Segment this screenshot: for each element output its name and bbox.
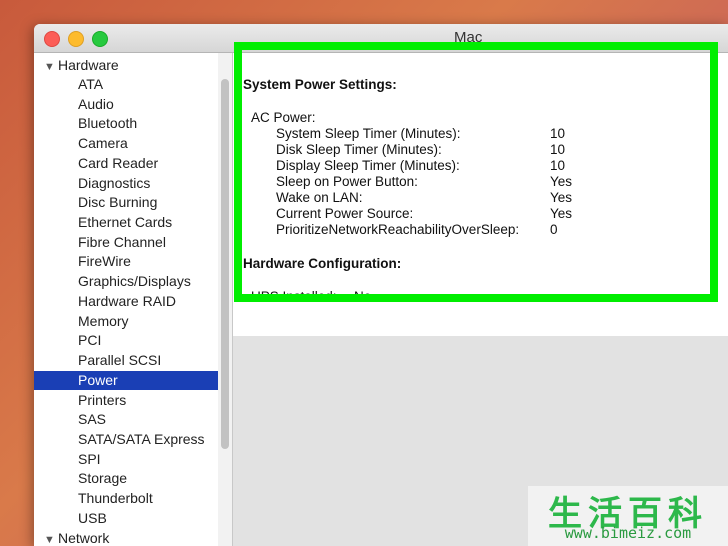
sidebar-scrollbar[interactable] (218, 53, 233, 546)
watermark-url: www.bimeiz.com (564, 524, 692, 542)
sidebar-item-thunderbolt[interactable]: Thunderbolt (34, 489, 218, 509)
sidebar-item-printers[interactable]: Printers (34, 391, 218, 411)
sidebar-item-diagnostics[interactable]: Diagnostics (34, 174, 218, 194)
setting-value: Yes (550, 190, 573, 205)
minimize-button[interactable] (68, 31, 84, 47)
sidebar-item-memory[interactable]: Memory (34, 312, 218, 332)
setting-value: 10 (550, 126, 566, 141)
sidebar-group-network[interactable]: ▼ Network (44, 528, 109, 546)
title-bar: Mac (34, 24, 728, 53)
sidebar-item-sata-sata-express[interactable]: SATA/SATA Express (34, 430, 218, 450)
sidebar-item-ata[interactable]: ATA (34, 75, 218, 95)
sidebar-item-sas[interactable]: SAS (34, 410, 218, 430)
sidebar-item-spi[interactable]: SPI (34, 450, 218, 470)
sidebar-item-storage[interactable]: Storage (34, 469, 218, 489)
sidebar-item-graphics-displays[interactable]: Graphics/Displays (34, 272, 218, 292)
sidebar-item-fibre-channel[interactable]: Fibre Channel (34, 233, 218, 253)
setting-key: Display Sleep Timer (Minutes): (276, 158, 460, 173)
setting-key: PrioritizeNetworkReachabilityOverSleep: (276, 222, 520, 237)
sidebar-item-disc-burning[interactable]: Disc Burning (34, 193, 218, 213)
detail-area: System Power Settings: AC Power: System … (233, 53, 728, 546)
sidebar-item-audio[interactable]: Audio (34, 95, 218, 115)
setting-value: Yes (550, 174, 573, 189)
scrollbar-thumb[interactable] (221, 79, 229, 449)
watermark: 生活百科 www.bimeiz.com (528, 486, 728, 546)
setting-key: Wake on LAN: (276, 190, 363, 205)
close-button[interactable] (44, 31, 60, 47)
disclosure-triangle-icon[interactable]: ▼ (44, 530, 58, 546)
sidebar-item-firewire[interactable]: FireWire (34, 252, 218, 272)
sidebar-item-bluetooth[interactable]: Bluetooth (34, 114, 218, 134)
section-title-power-settings: System Power Settings: (243, 77, 397, 92)
sidebar: ▼ Hardware ATA Audio Bluetooth Camera Card Re… (34, 53, 219, 546)
system-information-window: Mac ▼ Hardware ATA Audio Bluetooth Camera Car… (34, 24, 728, 546)
disclosure-triangle-icon[interactable]: ▼ (44, 57, 58, 77)
setting-key: Sleep on Power Button: (276, 174, 418, 189)
setting-value: 10 (550, 158, 566, 173)
sidebar-item-parallel-scsi[interactable]: Parallel SCSI (34, 351, 218, 371)
sidebar-item-hardware-raid[interactable]: Hardware RAID (34, 292, 218, 312)
window-title: Mac (454, 29, 483, 46)
power-detail-pane: System Power Settings: AC Power: System … (233, 53, 728, 336)
sidebar-item-camera[interactable]: Camera (34, 134, 218, 154)
setting-key: Disk Sleep Timer (Minutes): (276, 142, 442, 157)
section-title-hardware-config: Hardware Configuration: (243, 256, 402, 271)
sidebar-item-usb[interactable]: USB (34, 509, 218, 529)
ac-power-label: AC Power: (251, 110, 316, 125)
zoom-button[interactable] (92, 31, 108, 47)
setting-value: 10 (550, 142, 566, 157)
setting-key: Current Power Source: (276, 206, 414, 221)
sidebar-item-pci[interactable]: PCI (34, 331, 218, 351)
setting-value: 0 (550, 222, 558, 237)
setting-key: System Sleep Timer (Minutes): (276, 126, 461, 141)
sidebar-group-hardware[interactable]: ▼ Hardware (44, 55, 119, 75)
ups-installed-value: No (354, 289, 372, 304)
sidebar-item-power[interactable]: Power (34, 370, 218, 391)
sidebar-item-card-reader[interactable]: Card Reader (34, 154, 218, 174)
sidebar-item-ethernet-cards[interactable]: Ethernet Cards (34, 213, 218, 233)
setting-value: Yes (550, 206, 573, 221)
ups-installed-label: UPS Installed: (251, 289, 337, 304)
